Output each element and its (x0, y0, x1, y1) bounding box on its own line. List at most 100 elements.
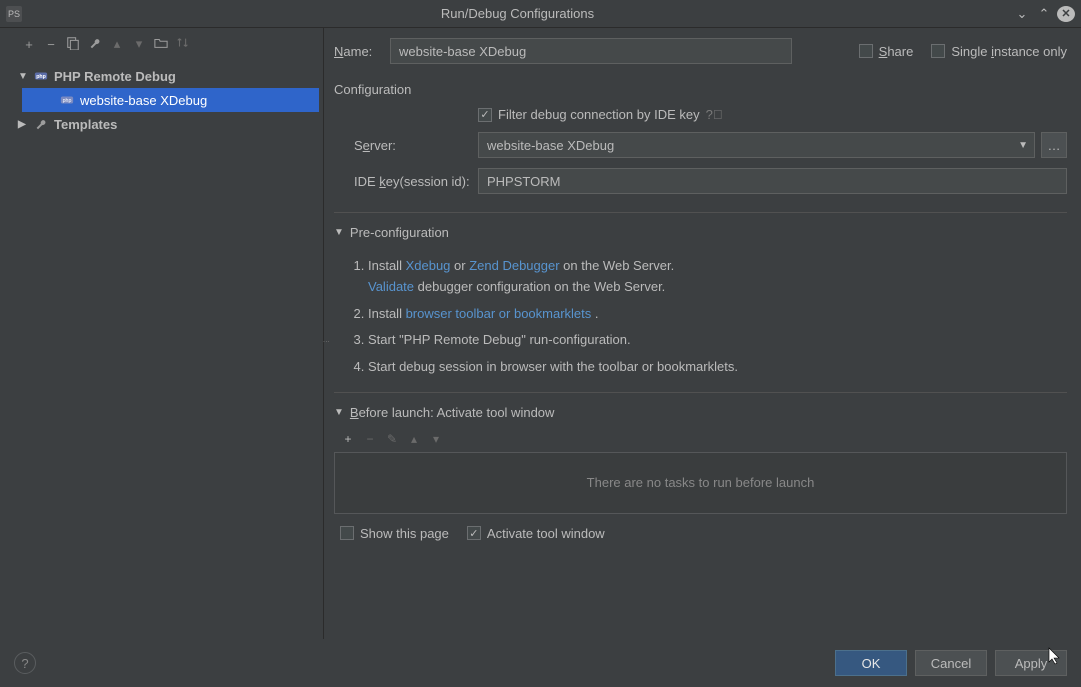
server-value: website-base XDebug (487, 138, 614, 153)
main-panel: ⋮ Name: Share Single instance only Confi… (324, 28, 1081, 639)
text: on the Web Server. (563, 258, 674, 273)
filter-checkbox[interactable]: Filter debug connection by IDE key (478, 107, 700, 122)
name-input[interactable] (390, 38, 792, 64)
checkbox-icon (478, 108, 492, 122)
help-icon[interactable]: ?⃝ (706, 107, 723, 122)
cancel-button[interactable]: Cancel (915, 650, 987, 676)
remove-icon[interactable]: − (44, 37, 58, 52)
before-launch-empty: There are no tasks to run before launch (334, 452, 1067, 514)
folder-icon[interactable] (154, 36, 168, 53)
idekey-input[interactable] (478, 168, 1067, 194)
text: debugger configuration on the Web Server… (418, 279, 666, 294)
expand-icon: ▼ (18, 71, 28, 82)
checkbox-icon (859, 44, 873, 58)
text: or (454, 258, 469, 273)
svg-text:php: php (63, 98, 72, 104)
server-row: Server: website-base XDebug ▼ … (334, 132, 1067, 158)
empty-text: There are no tasks to run before launch (587, 475, 815, 490)
add-icon[interactable]: + (22, 37, 36, 52)
add-icon[interactable]: + (342, 432, 354, 446)
checkbox-icon (340, 526, 354, 540)
content-split: + − ▴ ▾ ▼ php PHP Remote Debu (0, 28, 1081, 639)
sort-icon[interactable] (176, 36, 190, 53)
share-checkbox[interactable]: Share (859, 44, 914, 59)
checkbox-label: Filter debug connection by IDE key (498, 107, 700, 122)
app-icon: PS (6, 6, 22, 22)
move-down-icon[interactable]: ▾ (430, 432, 442, 446)
server-label: Server: (334, 138, 478, 153)
wrench-icon (34, 117, 48, 131)
checkbox-icon (931, 44, 945, 58)
name-row: Name: Share Single instance only (334, 38, 1067, 64)
move-down-icon[interactable]: ▾ (132, 36, 146, 52)
show-this-page-checkbox[interactable]: Show this page (340, 526, 449, 541)
expand-icon: ▼ (334, 227, 344, 238)
edit-icon[interactable]: ✎ (386, 432, 398, 446)
expand-icon: ▼ (334, 407, 344, 418)
wrench-icon[interactable] (88, 36, 102, 53)
xdebug-link[interactable]: Xdebug (406, 258, 451, 273)
checkbox-label: Share (879, 44, 914, 59)
tree-node-label: website-base XDebug (80, 93, 207, 108)
chevron-down-icon: ▼ (1018, 140, 1028, 151)
configuration-heading: Configuration (334, 82, 1067, 97)
sidebar: + − ▴ ▾ ▼ php PHP Remote Debu (0, 28, 324, 639)
svg-text:php: php (36, 74, 46, 80)
checkbox-label: Activate tool window (487, 526, 605, 541)
idekey-label: IDE key(session id): (334, 174, 478, 189)
top-options: Share Single instance only (859, 44, 1067, 59)
before-launch-options: Show this page Activate tool window (334, 526, 1067, 541)
help-button[interactable]: ? (14, 652, 36, 674)
tree-node-php-remote-debug[interactable]: ▼ php PHP Remote Debug (14, 64, 323, 88)
server-select[interactable]: website-base XDebug ▼ (478, 132, 1035, 158)
php-icon: php (34, 69, 48, 83)
apply-button[interactable]: Apply (995, 650, 1067, 676)
chevron-up-icon[interactable]: ⌃ (1035, 6, 1053, 22)
preconfig-list: Install Xdebug or Zend Debugger on the W… (368, 250, 1067, 384)
text: Install (368, 258, 406, 273)
text: Install (368, 306, 406, 321)
window-title: Run/Debug Configurations (22, 6, 1013, 21)
activate-tool-window-checkbox[interactable]: Activate tool window (467, 526, 605, 541)
move-up-icon[interactable]: ▴ (408, 432, 420, 446)
preconfig-heading[interactable]: ▼ Pre-configuration (334, 225, 1067, 240)
php-icon: php (60, 93, 74, 107)
copy-icon[interactable] (66, 36, 80, 53)
text: . (595, 306, 599, 321)
filter-row: Filter debug connection by IDE key ?⃝ (334, 107, 1067, 122)
chevron-down-icon[interactable]: ⌄ (1013, 6, 1031, 22)
titlebar: PS Run/Debug Configurations ⌄ ⌃ ✕ (0, 0, 1081, 28)
name-label: Name: (334, 44, 382, 59)
move-up-icon[interactable]: ▴ (110, 36, 124, 52)
idekey-row: IDE key(session id): (334, 168, 1067, 194)
separator (334, 212, 1067, 213)
tree-node-templates[interactable]: ▶ Templates (14, 112, 323, 136)
tree-node-website-base[interactable]: php website-base XDebug (22, 88, 319, 112)
remove-icon[interactable]: − (364, 432, 376, 446)
splitter-handle[interactable]: ⋮ (321, 338, 329, 344)
before-launch-toolbar: + − ✎ ▴ ▾ (334, 428, 1067, 452)
subsection-label: Pre-configuration (350, 225, 449, 240)
collapse-icon: ▶ (18, 119, 28, 130)
close-icon[interactable]: ✕ (1057, 6, 1075, 22)
ok-button[interactable]: OK (835, 650, 907, 676)
zend-debugger-link[interactable]: Zend Debugger (469, 258, 559, 273)
list-item: Install Xdebug or Zend Debugger on the W… (368, 256, 1067, 298)
validate-link[interactable]: Validate (368, 279, 414, 294)
window-controls: ⌄ ⌃ ✕ (1013, 6, 1075, 22)
checkbox-icon (467, 526, 481, 540)
list-item: Start debug session in browser with the … (368, 357, 1067, 378)
before-launch-heading[interactable]: ▼ Before launch: Activate tool window (334, 405, 1067, 420)
browser-toolbar-link[interactable]: browser toolbar or bookmarklets (406, 306, 592, 321)
config-tree: ▼ php PHP Remote Debug php website-base … (0, 64, 323, 635)
checkbox-label: Single instance only (951, 44, 1067, 59)
separator (334, 392, 1067, 393)
sidebar-toolbar: + − ▴ ▾ (0, 28, 323, 64)
tree-node-label: Templates (54, 117, 117, 132)
tree-node-label: PHP Remote Debug (54, 69, 176, 84)
dialog-footer: ? OK Cancel Apply (0, 639, 1081, 687)
checkbox-label: Show this page (360, 526, 449, 541)
subsection-label: Before launch: Activate tool window (350, 405, 555, 420)
server-more-button[interactable]: … (1041, 132, 1067, 158)
single-instance-checkbox[interactable]: Single instance only (931, 44, 1067, 59)
